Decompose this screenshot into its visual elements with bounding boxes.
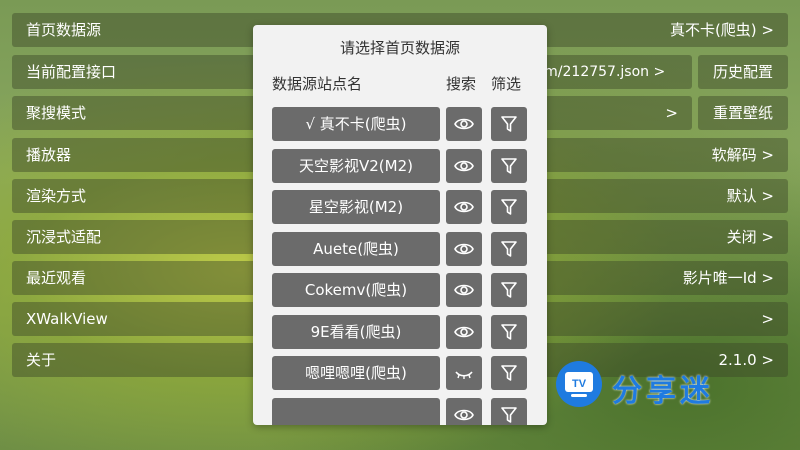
dialog-title: 请选择首页数据源 <box>339 39 460 57</box>
filter-toggle-button[interactable] <box>491 273 527 307</box>
search-toggle-button[interactable] <box>446 232 482 266</box>
eye-closed-icon <box>455 371 473 379</box>
row-label: 播放器 <box>26 146 72 164</box>
row-value: 2.1.0 > <box>718 351 774 369</box>
eye-icon <box>454 326 474 338</box>
column-header-search: 搜索 <box>446 75 477 93</box>
source-button[interactable]: 嗯哩嗯哩(爬虫) <box>272 356 440 390</box>
column-header-site-name: 数据源站点名 <box>272 75 363 93</box>
row-label: 关于 <box>26 351 57 369</box>
row-label: XWalkView <box>26 310 108 328</box>
row-value: 真不卡(爬虫) > <box>669 21 774 39</box>
search-toggle-button[interactable] <box>446 273 482 307</box>
search-toggle-button[interactable] <box>446 356 482 390</box>
eye-icon <box>454 284 474 296</box>
filter-icon <box>501 365 517 381</box>
search-toggle-button[interactable] <box>446 398 482 425</box>
watermark-logo: TV <box>556 361 602 407</box>
filter-icon <box>501 407 517 423</box>
row-value: 关闭 > <box>726 228 774 246</box>
source-button[interactable]: √ 真不卡(爬虫) <box>272 107 440 141</box>
reset-wallpaper-button[interactable]: 重置壁纸 <box>698 96 788 130</box>
watermark-text: 分享迷 <box>612 374 714 409</box>
history-config-button[interactable]: 历史配置 <box>698 55 788 89</box>
source-button[interactable]: Cokemv(爬虫) <box>272 273 440 307</box>
row-value: > <box>761 310 774 328</box>
search-toggle-button[interactable] <box>446 315 482 349</box>
filter-toggle-button[interactable] <box>491 107 527 141</box>
watermark-logo-text: TV <box>572 378 587 390</box>
search-toggle-button[interactable] <box>446 149 482 183</box>
filter-icon <box>501 282 517 298</box>
eye-icon <box>454 409 474 421</box>
search-toggle-button[interactable] <box>446 190 482 224</box>
row-label: 聚搜模式 <box>26 104 87 122</box>
search-toggle-button[interactable] <box>446 107 482 141</box>
source-button[interactable] <box>272 398 440 425</box>
source-button[interactable]: 9E看看(爬虫) <box>272 315 440 349</box>
row-label: 渲染方式 <box>26 187 87 205</box>
source-button[interactable]: Auete(爬虫) <box>272 232 440 266</box>
eye-icon <box>454 160 474 172</box>
row-label: 当前配置接口 <box>26 63 117 81</box>
home-source-dialog: 请选择首页数据源 数据源站点名 搜索 筛选 √ 真不卡(爬虫) 天空影视V2(M2… <box>253 25 547 425</box>
eye-icon <box>454 201 474 213</box>
row-label: 首页数据源 <box>26 21 102 39</box>
filter-toggle-button[interactable] <box>491 190 527 224</box>
filter-toggle-button[interactable] <box>491 356 527 390</box>
row-label: 最近观看 <box>26 269 87 287</box>
column-header-filter: 筛选 <box>491 75 522 93</box>
filter-icon <box>501 158 517 174</box>
eye-icon <box>454 118 474 130</box>
row-value: 默认 > <box>726 187 774 205</box>
row-label: 沉浸式适配 <box>26 228 102 246</box>
filter-toggle-button[interactable] <box>491 398 527 425</box>
filter-toggle-button[interactable] <box>491 315 527 349</box>
tv-icon: TV <box>565 372 593 397</box>
filter-icon <box>501 241 517 257</box>
filter-icon <box>501 116 517 132</box>
filter-icon <box>501 199 517 215</box>
filter-toggle-button[interactable] <box>491 232 527 266</box>
row-value: 影片唯一Id > <box>682 269 774 287</box>
filter-icon <box>501 324 517 340</box>
row-value: 软解码 > <box>711 146 774 164</box>
row-value: > <box>665 104 678 122</box>
source-button[interactable]: 天空影视V2(M2) <box>272 149 440 183</box>
filter-toggle-button[interactable] <box>491 149 527 183</box>
source-button[interactable]: 星空影视(M2) <box>272 190 440 224</box>
eye-icon <box>454 243 474 255</box>
